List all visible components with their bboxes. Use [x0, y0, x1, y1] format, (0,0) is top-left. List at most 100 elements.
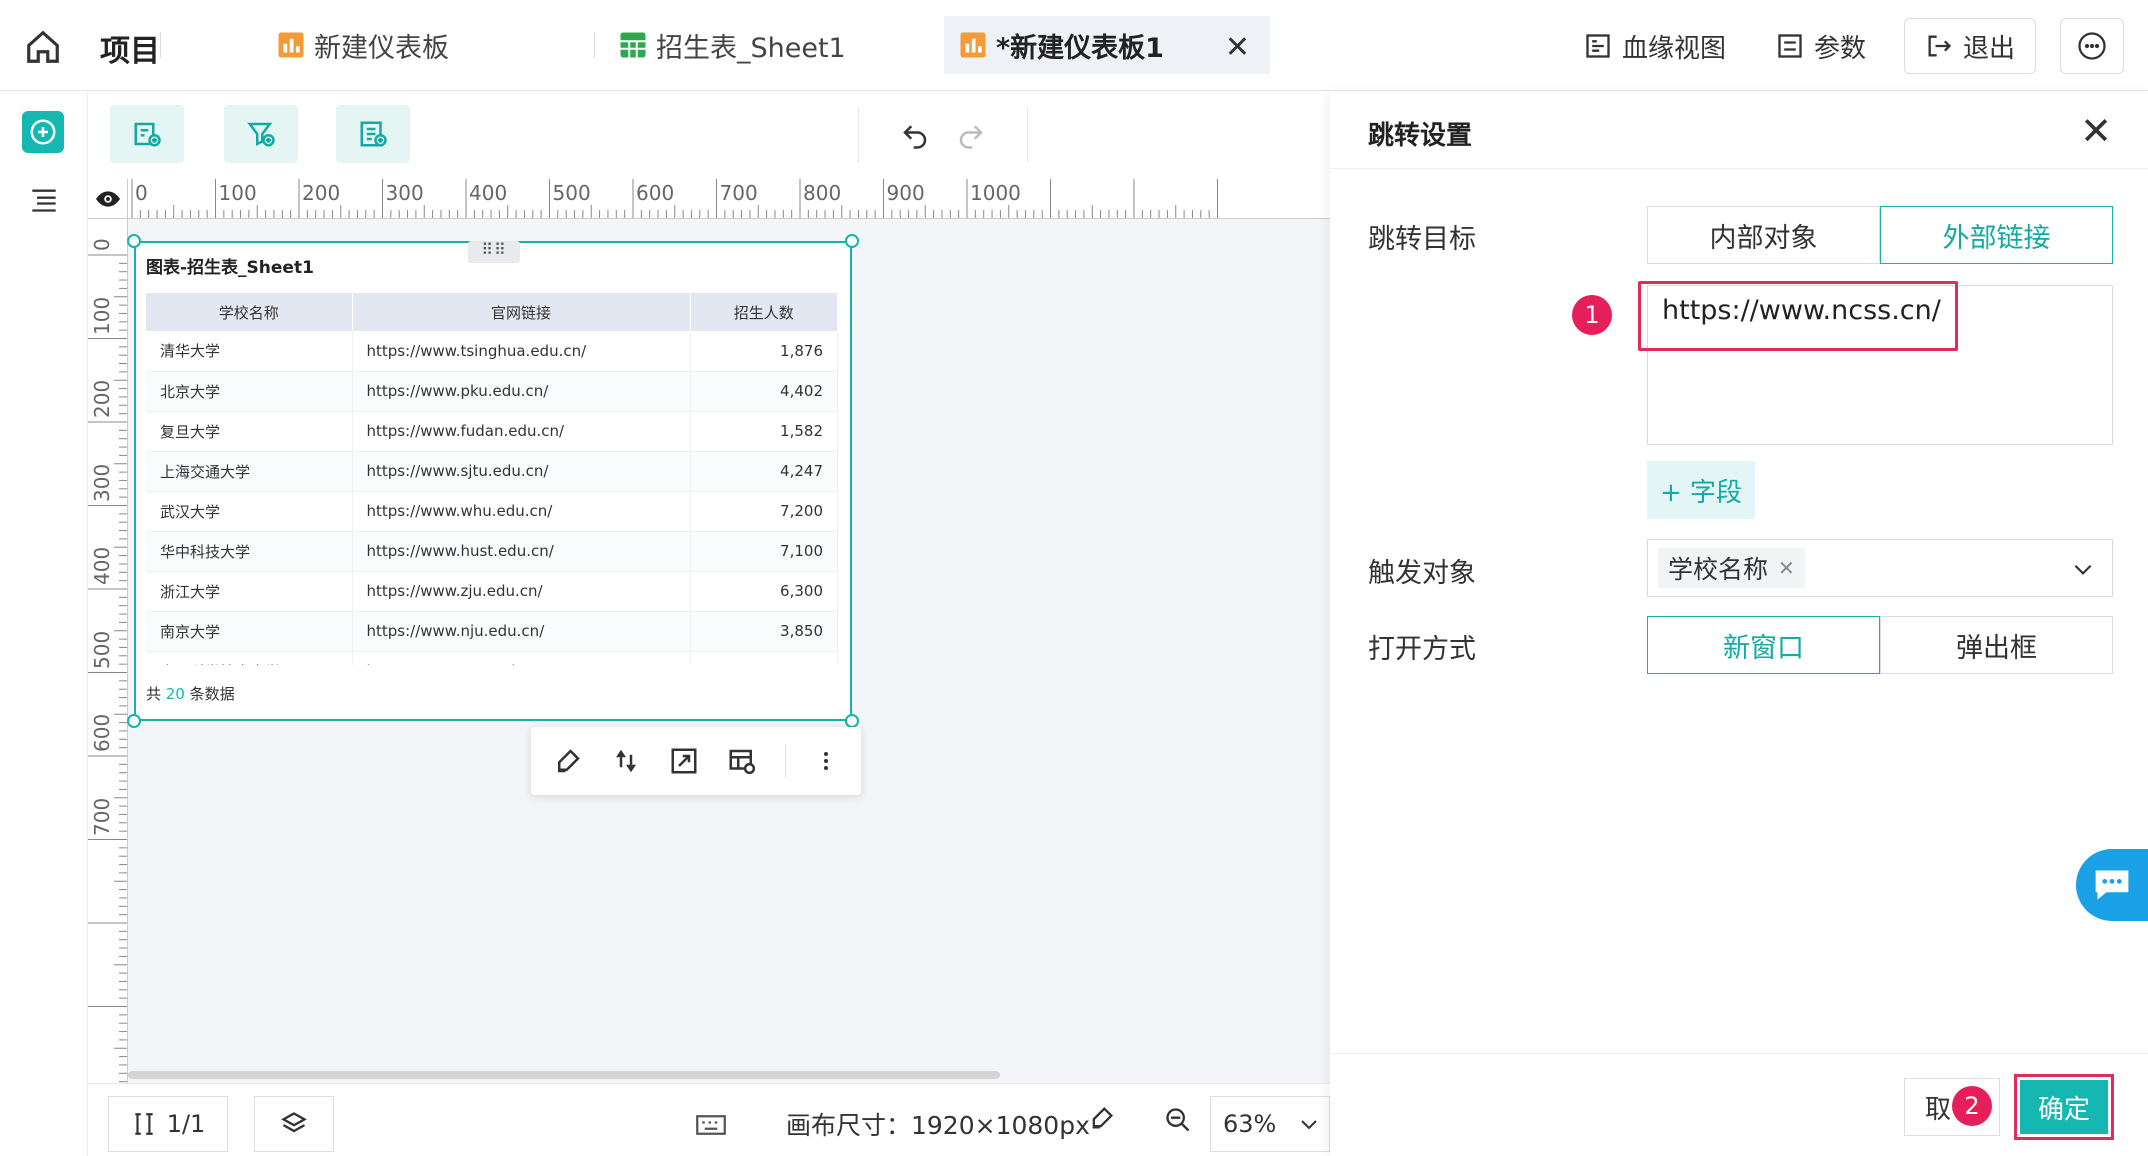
chat-assistant-button[interactable] [2076, 849, 2148, 921]
ruler-tick-label: 1000 [970, 181, 1021, 205]
trigger-object-select[interactable]: 学校名称 ✕ [1647, 539, 2113, 597]
table-cell: https://www.sjtu.edu.cn/ [352, 451, 691, 492]
more-button[interactable] [2060, 18, 2124, 74]
page-indicator[interactable]: 1/1 [108, 1096, 228, 1152]
table-cell: https://www.hust.edu.cn/ [352, 531, 691, 572]
lineage-label: 血缘视图 [1622, 33, 1727, 64]
exit-button[interactable]: 退出 [1904, 18, 2037, 74]
project-title[interactable]: 项目 [100, 26, 160, 70]
more-vertical-icon[interactable] [814, 746, 838, 776]
table-cell: https://www.zju.edu.cn/ [352, 571, 691, 612]
add-component-button[interactable] [22, 111, 64, 153]
ruler-tick-label: 300 [90, 463, 114, 502]
add-chart-button[interactable] [110, 105, 184, 163]
table-widget[interactable]: ⠿⠿ 图表-招生表_Sheet1 学校名称 官网链接 招生人数 清华大学 http… [127, 234, 859, 728]
visibility-toggle[interactable] [88, 179, 128, 219]
dashboard-icon [278, 32, 304, 58]
table-settings-icon[interactable] [727, 746, 757, 776]
jump-settings-panel: 跳转设置 ✕ 跳转目标 内部对象 外部链接 1 https://www.ncss… [1330, 91, 2148, 1156]
ruler-tick-label: 200 [302, 181, 341, 205]
table-cell: 4,402 [690, 371, 838, 412]
home-icon[interactable] [24, 28, 62, 66]
ruler-tick-label: 900 [886, 181, 925, 205]
undo-redo-group [858, 107, 1028, 163]
table-row[interactable]: 南京大学 https://www.nju.edu.cn/3,850 [146, 611, 838, 652]
option-internal-object[interactable]: 内部对象 [1647, 206, 1880, 264]
option-new-window[interactable]: 新窗口 [1647, 616, 1880, 674]
resize-handle[interactable] [845, 714, 859, 728]
keyboard-icon[interactable] [696, 1112, 726, 1138]
add-text-button[interactable] [336, 105, 410, 163]
table-row[interactable]: 复旦大学 https://www.fudan.edu.cn/1,582 [146, 411, 838, 452]
column-header[interactable]: 官网链接 [352, 293, 691, 331]
resize-handle[interactable] [127, 234, 141, 248]
table-row[interactable]: 上海交通大学 https://www.sjtu.edu.cn/4,247 [146, 451, 838, 492]
chat-icon [2095, 870, 2129, 900]
row-count-suffix: 条数据 [189, 685, 235, 703]
fullscreen-icon[interactable] [669, 746, 699, 776]
column-header[interactable]: 学校名称 [146, 293, 353, 331]
ruler-tick-label: 700 [719, 181, 758, 205]
edit-icon[interactable] [553, 746, 583, 776]
table-cell: https://www.ustc.edu.cn/ [352, 651, 691, 665]
exit-icon [1928, 35, 1952, 57]
option-popup[interactable]: 弹出框 [1880, 616, 2113, 674]
table-row[interactable]: 华中科技大学 https://www.hust.edu.cn/7,100 [146, 531, 838, 572]
table-cell: 浙江大学 [146, 571, 353, 612]
row-count-prefix: 共 [146, 685, 162, 703]
horizontal-scrollbar[interactable] [128, 1071, 1000, 1079]
tab-dashboard-active[interactable]: *新建仪表板1 ✕ [944, 16, 1270, 74]
ruler-tick-label: 200 [90, 379, 114, 418]
row-count-value: 20 [165, 685, 185, 703]
tab-sheet[interactable]: 招生表_Sheet1 [604, 16, 860, 74]
table-row[interactable]: 北京大学 https://www.pku.edu.cn/4,402 [146, 371, 838, 412]
add-filter-button[interactable] [224, 105, 298, 163]
layers-button[interactable] [254, 1096, 334, 1152]
ruler-tick-label: 300 [385, 181, 424, 205]
drag-handle[interactable]: ⠿⠿ [468, 241, 520, 263]
row-count: 共 20 条数据 [146, 683, 235, 704]
ruler-tick-label: 800 [803, 181, 842, 205]
zoom-out-icon[interactable] [1164, 1106, 1192, 1134]
table-cell: https://www.whu.edu.cn/ [352, 491, 691, 532]
undo-icon[interactable] [900, 120, 930, 150]
add-field-button[interactable]: + 字段 [1647, 461, 1755, 519]
resize-handle[interactable] [845, 234, 859, 248]
close-icon[interactable]: ✕ [1225, 30, 1250, 65]
close-icon[interactable]: ✕ [2080, 109, 2112, 153]
remove-tag-icon[interactable]: ✕ [1778, 556, 1795, 580]
params-icon [1778, 34, 1802, 58]
redo-icon[interactable] [956, 120, 986, 150]
sort-icon[interactable] [611, 746, 641, 776]
more-icon [2078, 32, 2106, 60]
zoom-value: 63% [1223, 1110, 1277, 1138]
table-cell: https://www.tsinghua.edu.cn/ [352, 331, 691, 372]
ruler-tick-label: 0 [90, 238, 114, 251]
ruler-tick-label: 400 [469, 181, 508, 205]
canvas-bottom-bar: 1/1 画布尺寸：1920×1080px 63% [88, 1083, 1330, 1156]
tab-label: 招生表_Sheet1 [656, 32, 846, 64]
ruler-tick-label: 700 [90, 797, 114, 836]
table-cell: 南京大学 [146, 611, 353, 652]
lineage-view-button[interactable]: 血缘视图 [1584, 18, 1726, 74]
table-row[interactable]: 清华大学 https://www.tsinghua.edu.cn/1,876 [146, 331, 838, 372]
option-external-link[interactable]: 外部链接 [1880, 206, 2113, 264]
panel-title: 跳转设置 [1368, 121, 1473, 151]
url-value[interactable]: https://www.ncss.cn/ [1662, 295, 1941, 326]
resize-handle[interactable] [127, 714, 141, 728]
tab-dashboard[interactable]: 新建仪表板 [262, 16, 463, 74]
text-add-icon [360, 121, 387, 147]
outline-list-icon[interactable] [30, 187, 58, 213]
dashboard-icon [960, 32, 986, 58]
table-row[interactable]: 中国科学技术大学https://www.ustc.edu.cn/1,950 [146, 651, 838, 665]
zoom-select[interactable]: 63% [1210, 1096, 1330, 1152]
params-button[interactable]: 参数 [1776, 18, 1866, 74]
edit-canvas-size-icon[interactable] [1088, 1104, 1116, 1132]
column-header[interactable]: 招生人数 [690, 293, 838, 331]
ok-button[interactable]: 确定 [2020, 1080, 2108, 1134]
vertical-ruler: 0 100 200 300 400 500 600 700 [88, 219, 128, 1156]
table-row[interactable]: 浙江大学 https://www.zju.edu.cn/6,300 [146, 571, 838, 612]
tab-label: *新建仪表板1 [996, 32, 1164, 64]
table-row[interactable]: 武汉大学 https://www.whu.edu.cn/7,200 [146, 491, 838, 532]
widget-action-bar [531, 727, 861, 795]
